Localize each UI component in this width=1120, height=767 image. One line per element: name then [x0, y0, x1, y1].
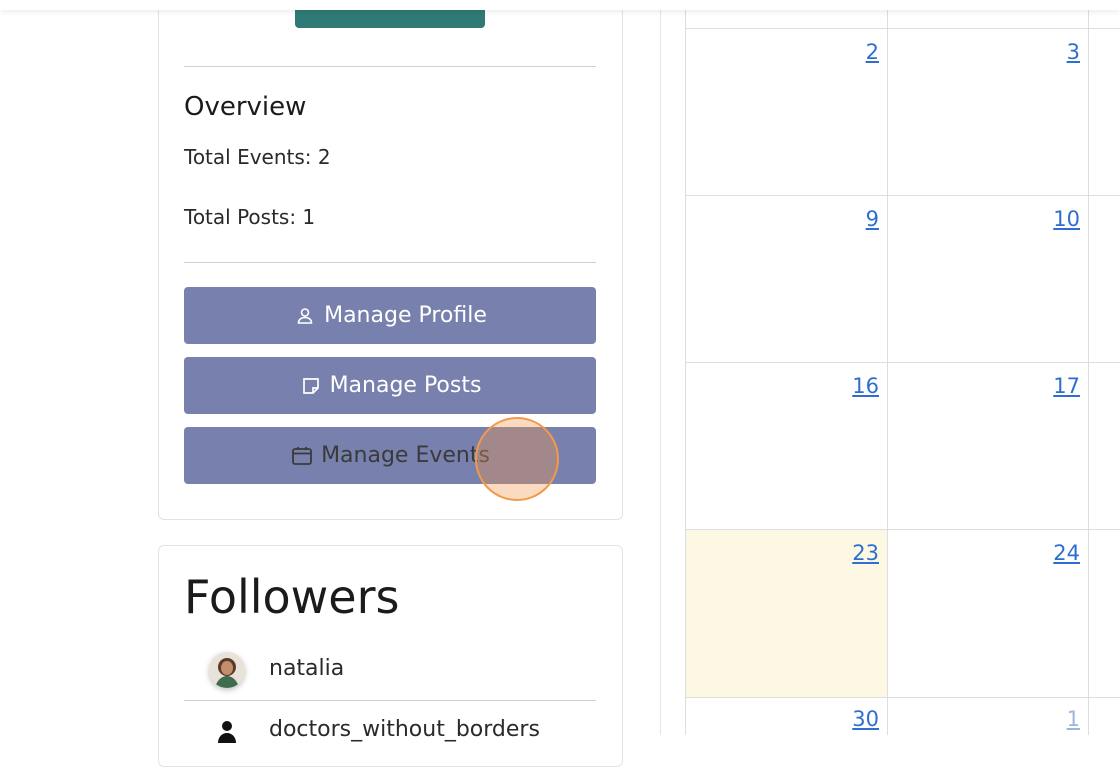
manage-profile-button[interactable]: Manage Profile [184, 287, 596, 344]
total-events-stat: Total Events: 2 [184, 145, 331, 169]
calendar-icon [290, 444, 314, 468]
calendar-day-cell[interactable]: 2 [685, 28, 887, 195]
person-icon [209, 713, 245, 749]
total-posts-stat: Total Posts: 1 [184, 205, 316, 229]
manage-posts-label: Manage Posts [329, 373, 482, 398]
overview-title: Overview [184, 92, 307, 122]
calendar-day-link[interactable]: 3 [1067, 40, 1080, 64]
calendar-day-link[interactable]: 1 [1067, 707, 1080, 731]
divider [184, 66, 596, 67]
calendar-day-link[interactable]: 9 [866, 207, 879, 231]
followers-title: Followers [184, 570, 400, 624]
manage-events-label: Manage Events [321, 443, 490, 468]
divider [184, 262, 596, 263]
calendar-day-cell[interactable]: 10 [887, 195, 1088, 362]
calendar-grid: 2 3 9 10 16 17 23 24 30 1 [685, 0, 1120, 735]
calendar-day-link[interactable]: 10 [1053, 207, 1080, 231]
calendar-day-cell-today[interactable]: 23 [685, 529, 887, 697]
calendar-day-cell[interactable]: 24 [887, 529, 1088, 697]
follower-item[interactable]: doctors_without_borders [184, 705, 596, 755]
calendar-day-link[interactable]: 16 [852, 374, 879, 398]
manage-profile-label: Manage Profile [324, 303, 487, 328]
sticky-note-icon [299, 374, 323, 398]
calendar-day-cell[interactable]: 17 [887, 362, 1088, 529]
calendar-day-link[interactable]: 2 [866, 40, 879, 64]
calendar-day-cell-next-month[interactable]: 1 [887, 697, 1088, 735]
manage-posts-button[interactable]: Manage Posts [184, 357, 596, 414]
calendar-day-cell[interactable]: 9 [685, 195, 887, 362]
user-icon [293, 304, 317, 328]
calendar-day-link[interactable]: 17 [1053, 374, 1080, 398]
top-bar [0, 0, 1120, 10]
calendar-day-link[interactable]: 23 [852, 541, 879, 565]
calendar-day-cell[interactable]: 3 [887, 28, 1088, 195]
manage-events-button[interactable]: Manage Events [184, 427, 596, 484]
follower-item[interactable]: natalia [184, 644, 596, 694]
grid-line [1088, 0, 1089, 735]
calendar-day-cell[interactable]: 30 [685, 697, 887, 735]
follower-name: natalia [269, 656, 345, 681]
follower-name: doctors_without_borders [269, 717, 540, 742]
calendar-day-link[interactable]: 24 [1053, 541, 1080, 565]
column-divider [660, 0, 661, 735]
calendar-day-cell[interactable]: 16 [685, 362, 887, 529]
avatar [209, 652, 245, 688]
divider [184, 700, 596, 701]
calendar-day-link[interactable]: 30 [852, 707, 879, 731]
